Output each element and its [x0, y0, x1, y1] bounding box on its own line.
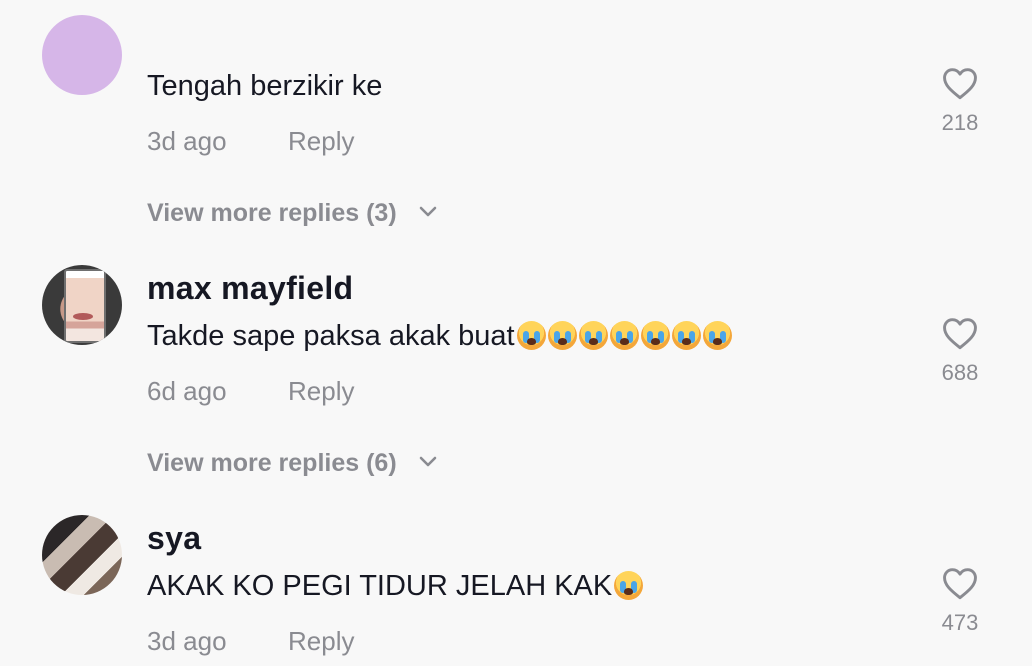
comment-meta: 6d ago Reply	[147, 376, 354, 407]
heart-outline-icon	[943, 318, 977, 350]
loudly-crying-face-emoji	[516, 321, 546, 350]
emoji-group	[612, 570, 644, 602]
like-count: 473	[941, 610, 979, 635]
view-more-replies-button[interactable]: View more replies (6)	[147, 449, 438, 478]
avatar[interactable]	[42, 265, 122, 345]
reply-button[interactable]: Reply	[288, 126, 354, 157]
loudly-crying-face-emoji	[702, 321, 732, 350]
avatar[interactable]	[42, 515, 122, 595]
comment-timestamp: 3d ago	[147, 626, 227, 656]
comment-username[interactable]: max mayfield	[147, 270, 353, 307]
like-count: 218	[941, 110, 979, 135]
chevron-down-icon	[419, 207, 436, 217]
view-more-replies-button[interactable]: View more replies (3)	[147, 199, 438, 228]
comment-text: AKAK KO PEGI TIDUR JELAH KAK	[147, 570, 644, 603]
loudly-crying-face-emoji	[640, 321, 670, 350]
like-button[interactable]: 473	[920, 566, 1000, 636]
like-button[interactable]: 688	[920, 316, 1000, 386]
loudly-crying-face-emoji	[609, 321, 639, 350]
reply-button[interactable]: Reply	[288, 626, 354, 657]
comment-text: Tengah berzikir ke	[147, 70, 383, 102]
comment-timestamp: 3d ago	[147, 126, 227, 156]
comment-username[interactable]: sya	[147, 520, 201, 557]
loudly-crying-face-emoji	[547, 321, 577, 350]
heart-outline-icon	[943, 568, 977, 600]
comment-timestamp: 6d ago	[147, 376, 227, 406]
loudly-crying-face-emoji	[578, 321, 608, 350]
chevron-down-icon	[419, 457, 436, 467]
loudly-crying-face-emoji	[614, 571, 644, 600]
avatar[interactable]	[42, 15, 122, 95]
reply-button[interactable]: Reply	[288, 376, 354, 407]
emoji-group	[515, 320, 732, 352]
like-count: 688	[941, 360, 979, 385]
comment-text: Takde sape paksa akak buat	[147, 320, 732, 353]
heart-outline-icon	[943, 68, 977, 100]
loudly-crying-face-emoji	[671, 321, 701, 350]
comment-meta: 3d ago Reply	[147, 626, 354, 657]
like-button[interactable]: 218	[920, 66, 1000, 136]
comment-meta: 3d ago Reply	[147, 126, 354, 157]
